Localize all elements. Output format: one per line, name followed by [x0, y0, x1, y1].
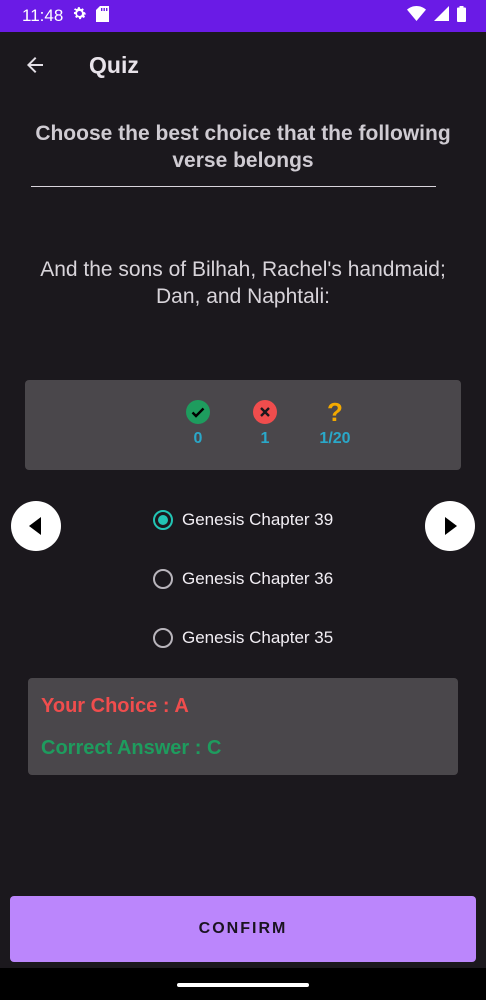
status-right — [407, 5, 466, 27]
progress-count: 1/20 — [319, 430, 351, 447]
triangle-left-icon — [29, 517, 41, 535]
question-mark-icon: ? — [327, 397, 343, 427]
option-a[interactable]: Genesis Chapter 39 — [153, 505, 333, 535]
question-heading: Choose the best choice that the followin… — [35, 122, 451, 172]
home-indicator[interactable] — [177, 983, 309, 987]
result-card: Your Choice : A Correct Answer : C — [28, 678, 458, 775]
option-a-label: Genesis Chapter 39 — [182, 510, 334, 529]
status-left: 11:48 — [22, 5, 110, 27]
option-c-label: Genesis Chapter 35 — [182, 628, 334, 647]
radio-b[interactable] — [153, 569, 173, 589]
correct-count: 0 — [193, 430, 203, 447]
wrong-count: 1 — [260, 430, 270, 447]
status-bar: 11:48 — [0, 0, 486, 32]
page-title: Quiz — [89, 52, 139, 78]
score-wrong: 1 — [235, 400, 295, 448]
radio-a[interactable] — [153, 510, 173, 530]
wifi-icon — [407, 6, 426, 26]
score-card: 0 1 ? 1/20 — [25, 380, 461, 470]
cancel-circle-icon — [253, 400, 277, 424]
correct-answer-text: Correct Answer : C — [41, 737, 222, 759]
arrow-left-icon — [27, 57, 43, 73]
your-choice-text: Your Choice : A — [41, 695, 189, 717]
app-bar: Quiz — [0, 32, 486, 100]
battery-icon — [457, 5, 466, 27]
confirm-button[interactable]: CONFIRM — [10, 896, 476, 962]
score-progress: ? 1/20 — [305, 397, 365, 448]
heading-divider — [31, 186, 436, 187]
status-time: 11:48 — [22, 6, 64, 25]
previous-button[interactable] — [11, 501, 61, 551]
check-circle-icon — [186, 400, 210, 424]
radio-c[interactable] — [153, 628, 173, 648]
sd-card-icon — [96, 5, 110, 27]
signal-icon — [434, 6, 449, 26]
settings-icon — [71, 5, 88, 27]
back-button[interactable] — [20, 50, 50, 80]
next-button[interactable] — [425, 501, 475, 551]
triangle-right-icon — [445, 517, 457, 535]
verse-text: And the sons of Bilhah, Rachel's handmai… — [40, 258, 446, 308]
option-b-label: Genesis Chapter 36 — [182, 569, 334, 588]
option-b[interactable]: Genesis Chapter 36 — [153, 564, 333, 594]
quiz-screen: 11:48 Quiz Choose the best choice that t… — [0, 0, 486, 1000]
score-correct: 0 — [168, 400, 228, 448]
option-c[interactable]: Genesis Chapter 35 — [153, 623, 333, 653]
